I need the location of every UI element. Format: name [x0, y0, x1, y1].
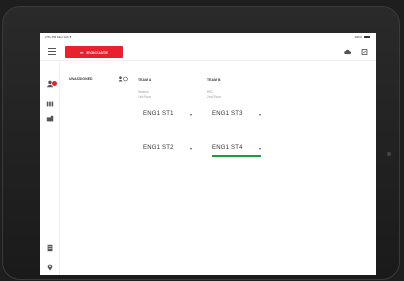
nav-documents[interactable] — [46, 239, 54, 252]
cloud-icon[interactable] — [344, 49, 351, 55]
team-a-unit-cell[interactable]: ENG1 ST1 — [143, 111, 174, 117]
status-time: 2:51 PM Mon Feb 8 — [45, 35, 72, 39]
evacuate-label: EVACUATE — [86, 49, 108, 55]
nav-grid[interactable] — [46, 95, 54, 107]
team-b-unit-cell[interactable]: ENG1 ST3 — [212, 111, 243, 117]
menu-icon[interactable] — [48, 48, 56, 55]
evacuate-alert-icon: ⇐ — [80, 49, 84, 55]
chevron-down-icon[interactable]: ▾ — [259, 146, 261, 151]
status-bar: 2:51 PM Mon Feb 8 100% — [40, 33, 376, 41]
team-a-assignment: Search — [138, 90, 149, 94]
notification-badge — [52, 81, 57, 86]
team-a-location: 1st Floor — [138, 95, 152, 99]
team-a-header: TEAM A — [138, 78, 152, 82]
tablet-frame: 2:51 PM Mon Feb 8 100% ⇐ EVACUATE UNASSI… — [2, 6, 400, 280]
toolbar-actions — [344, 49, 368, 55]
location-pin-icon — [47, 264, 53, 271]
team-a-unit-cell[interactable]: ENG1 ST2 — [143, 145, 174, 151]
selected-unit-underline — [212, 155, 261, 157]
team-b-assignment: RIC — [207, 90, 213, 94]
nav-location[interactable] — [46, 258, 54, 271]
evacuate-button[interactable]: ⇐ EVACUATE — [65, 46, 123, 58]
nav-people[interactable] — [46, 75, 57, 88]
team-b-header: TEAM B — [207, 78, 221, 82]
grid-icon — [46, 101, 54, 107]
status-indicators: 100% — [354, 35, 370, 39]
chevron-down-icon[interactable]: ▾ — [190, 112, 192, 117]
app-screen: 2:51 PM Mon Feb 8 100% ⇐ EVACUATE UNASSI… — [40, 33, 376, 275]
team-b-location: 2nd Floor — [207, 95, 222, 99]
top-toolbar: ⇐ EVACUATE — [40, 43, 376, 61]
sync-icon[interactable] — [361, 49, 368, 55]
battery-icon — [364, 35, 370, 39]
truck-icon — [46, 115, 54, 122]
battery-percent: 100% — [354, 35, 362, 39]
chevron-down-icon[interactable]: ▾ — [190, 146, 192, 151]
add-person-icon[interactable] — [118, 76, 128, 82]
chevron-down-icon[interactable]: ▾ — [259, 112, 261, 117]
side-navigation — [40, 62, 60, 275]
camera-dot — [387, 152, 391, 156]
nav-apparatus[interactable] — [46, 110, 54, 122]
team-b-unit-cell[interactable]: ENG1 ST4 — [212, 145, 243, 151]
document-icon — [47, 244, 53, 252]
unassigned-header: UNASSIGNED — [69, 77, 93, 81]
